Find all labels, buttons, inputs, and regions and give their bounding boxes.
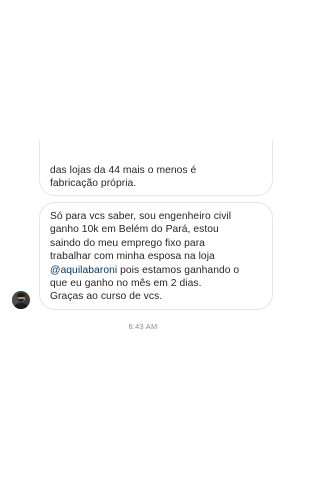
message-text-line: fabricação própria.: [50, 178, 137, 190]
message-text-line: Graças ao curso de vcs.: [50, 291, 163, 303]
message-text-fragment: pois estamos ganhando o: [117, 264, 240, 276]
message-text-line: trabalhar com minha esposa na loja: [50, 251, 215, 263]
sender-avatar[interactable]: [12, 291, 30, 309]
chat-thread: das lojas da 44 mais o menos é fabricaçã…: [0, 0, 286, 500]
message-bubble-previous[interactable]: das lojas da 44 mais o menos é fabricaçã…: [39, 140, 273, 196]
message-bubble[interactable]: Só para vcs saber, sou engenheiro civil …: [39, 202, 273, 310]
message-text-line: saindo do meu emprego fixo para: [50, 237, 205, 249]
message-text-line: @aquilabaroni pois estamos ganhando o: [50, 264, 262, 277]
message-text-line: das lojas da 44 mais o menos é: [50, 165, 197, 176]
message-text-line: ganho 10k em Belém do Pará, estou: [50, 224, 219, 236]
message-text-line: Só para vcs saber, sou engenheiro civil: [50, 211, 232, 222]
message-text-line: que eu ganho no mês em 2 dias.: [50, 278, 202, 290]
message-timestamp: 6:43 AM: [128, 322, 158, 331]
user-mention-link[interactable]: @aquilabaroni: [50, 265, 117, 276]
